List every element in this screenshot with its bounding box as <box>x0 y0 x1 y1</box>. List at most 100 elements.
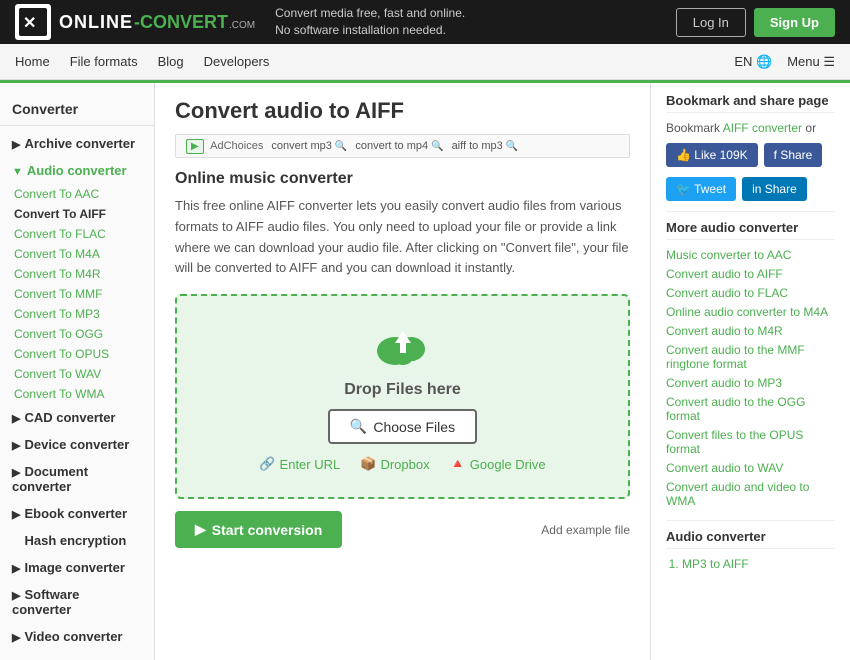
nav-language[interactable]: EN 🌐 <box>734 54 772 70</box>
more-link-8[interactable]: Convert audio to the OGG format <box>666 395 835 423</box>
right-panel: Bookmark and share page Bookmark AIFF co… <box>650 83 850 660</box>
arrow-icon: ▶ <box>12 509 20 521</box>
linkedin-share-button[interactable]: in Share <box>742 177 807 201</box>
facebook-like-button[interactable]: 👍 Like 109K <box>666 143 758 167</box>
tagline: Convert media free, fast and online. No … <box>275 5 676 39</box>
audio-sub-menu: Convert To AAC Convert To AIFF Convert T… <box>0 184 154 404</box>
upload-box[interactable]: Drop Files here 🔍 Choose Files 🔗 Enter U… <box>175 294 630 499</box>
section-title: Online music converter <box>175 170 630 188</box>
audio-list-item-1[interactable]: MP3 to AIFF <box>682 557 835 571</box>
search-icon: 🔍 <box>506 141 518 152</box>
enter-url-link[interactable]: 🔗 Enter URL <box>259 456 340 472</box>
sidebar-title: Converter <box>0 93 154 126</box>
sidebar-item-archive[interactable]: ▶Archive converter <box>0 130 154 157</box>
sidebar-sub-m4r[interactable]: Convert To M4R <box>0 264 154 284</box>
bookmark-text: Bookmark AIFF converter or <box>666 121 835 135</box>
more-link-1[interactable]: Music converter to AAC <box>666 248 835 262</box>
arrow-icon: ▶ <box>12 590 20 602</box>
sidebar-sub-m4a[interactable]: Convert To M4A <box>0 244 154 264</box>
content-section: Online music converter This free online … <box>175 170 630 279</box>
sidebar-sub-aac[interactable]: Convert To AAC <box>0 184 154 204</box>
arrow-icon: ▶ <box>12 467 20 479</box>
more-link-4[interactable]: Online audio converter to M4A <box>666 305 835 319</box>
social-buttons-row2: 🐦 Tweet in Share <box>666 177 835 201</box>
more-link-6[interactable]: Convert audio to the MMF ringtone format <box>666 343 835 371</box>
main-content: Convert audio to AIFF ▶ AdChoices conver… <box>155 83 650 660</box>
upload-cloud-icon <box>373 321 433 371</box>
sidebar-item-document[interactable]: ▶Document converter <box>0 458 154 500</box>
arrow-icon: ▶ <box>12 563 20 575</box>
sidebar-item-cad[interactable]: ▶CAD converter <box>0 404 154 431</box>
nav-developers[interactable]: Developers <box>204 54 270 69</box>
arrow-icon: ▶ <box>12 440 20 452</box>
ad-tag: ▶ <box>186 139 204 154</box>
start-conversion-button[interactable]: ▶ Start conversion <box>175 511 342 548</box>
sidebar-sub-opus[interactable]: Convert To OPUS <box>0 344 154 364</box>
more-link-11[interactable]: Convert audio and video to WMA <box>666 480 835 508</box>
add-example-link[interactable]: Add example file <box>541 523 630 537</box>
nav: Home File formats Blog Developers EN 🌐 M… <box>0 44 850 80</box>
logo-text: ONLINE -CONVERT .COM <box>59 12 255 33</box>
more-audio-links: Music converter to AAC Convert audio to … <box>666 248 835 508</box>
nav-items: Home File formats Blog Developers <box>15 54 734 69</box>
bottom-bar: ▶ Start conversion Add example file <box>175 511 630 548</box>
facebook-share-button[interactable]: f Share <box>764 143 823 167</box>
sidebar: Converter ▶Archive converter ▼Audio conv… <box>0 83 155 660</box>
nav-file-formats[interactable]: File formats <box>70 54 138 69</box>
dropbox-link[interactable]: 📦 Dropbox <box>360 456 429 472</box>
nav-menu[interactable]: Menu ☰ <box>787 54 835 70</box>
aiff-converter-link[interactable]: AIFF converter <box>723 121 802 135</box>
ad-convert-mp4[interactable]: convert to mp4 🔍 <box>355 140 443 152</box>
audio-converter-list: MP3 to AIFF <box>666 557 835 571</box>
logo-icon: ✕ <box>15 4 51 40</box>
nav-blog[interactable]: Blog <box>158 54 184 69</box>
signup-button[interactable]: Sign Up <box>754 8 835 37</box>
nav-home[interactable]: Home <box>15 54 50 69</box>
sidebar-item-video[interactable]: ▶Video converter <box>0 623 154 650</box>
sidebar-sub-mp3[interactable]: Convert To MP3 <box>0 304 154 324</box>
logo-area: ✕ ONLINE -CONVERT .COM <box>15 4 255 40</box>
sidebar-item-ebook[interactable]: ▶Ebook converter <box>0 500 154 527</box>
ad-aiff-mp3[interactable]: aiff to mp3 🔍 <box>452 140 519 152</box>
more-link-9[interactable]: Convert files to the OPUS format <box>666 428 835 456</box>
sidebar-item-hash[interactable]: ▶Hash encryption <box>0 527 154 554</box>
login-button[interactable]: Log In <box>676 8 746 37</box>
sidebar-sub-aiff[interactable]: Convert To AIFF <box>0 204 154 224</box>
ad-convert-mp3[interactable]: convert mp3 🔍 <box>271 140 347 152</box>
choose-files-button[interactable]: 🔍 Choose Files <box>328 409 477 444</box>
more-link-10[interactable]: Convert audio to WAV <box>666 461 835 475</box>
nav-right: EN 🌐 Menu ☰ <box>734 54 835 70</box>
audio-converter-title: Audio converter <box>666 529 835 549</box>
ad-bar: ▶ AdChoices convert mp3 🔍 convert to mp4… <box>175 134 630 158</box>
search-icon: 🔍 <box>431 141 443 152</box>
separator <box>666 211 835 212</box>
play-icon: ▶ <box>195 521 206 538</box>
sidebar-sub-flac[interactable]: Convert To FLAC <box>0 224 154 244</box>
more-link-5[interactable]: Convert audio to M4R <box>666 324 835 338</box>
google-drive-link[interactable]: 🔺 Google Drive <box>450 456 546 472</box>
more-link-7[interactable]: Convert audio to MP3 <box>666 376 835 390</box>
sidebar-item-software[interactable]: ▶Software converter <box>0 581 154 623</box>
sidebar-item-image[interactable]: ▶Image converter <box>0 554 154 581</box>
sidebar-sub-wma[interactable]: Convert To WMA <box>0 384 154 404</box>
section-text: This free online AIFF converter lets you… <box>175 196 630 279</box>
sidebar-sub-wav[interactable]: Convert To WAV <box>0 364 154 384</box>
sidebar-sub-mmf[interactable]: Convert To MMF <box>0 284 154 304</box>
drive-icon: 🔺 <box>450 456 466 472</box>
search-icon: 🔍 <box>335 141 347 152</box>
header-buttons: Log In Sign Up <box>676 8 835 37</box>
sidebar-sub-ogg[interactable]: Convert To OGG <box>0 324 154 344</box>
ad-choices-label: ▶ AdChoices <box>186 140 263 152</box>
svg-text:✕: ✕ <box>23 15 36 32</box>
more-link-2[interactable]: Convert audio to AIFF <box>666 267 835 281</box>
more-link-3[interactable]: Convert audio to FLAC <box>666 286 835 300</box>
sidebar-item-device[interactable]: ▶Device converter <box>0 431 154 458</box>
dropbox-icon: 📦 <box>360 456 376 472</box>
search-icon: 🔍 <box>350 418 367 435</box>
twitter-tweet-button[interactable]: 🐦 Tweet <box>666 177 736 201</box>
arrow-icon: ▼ <box>12 166 23 178</box>
page-title: Convert audio to AIFF <box>175 98 630 124</box>
arrow-icon: ▶ <box>12 413 20 425</box>
sidebar-item-audio[interactable]: ▼Audio converter <box>0 157 154 184</box>
separator-2 <box>666 520 835 521</box>
